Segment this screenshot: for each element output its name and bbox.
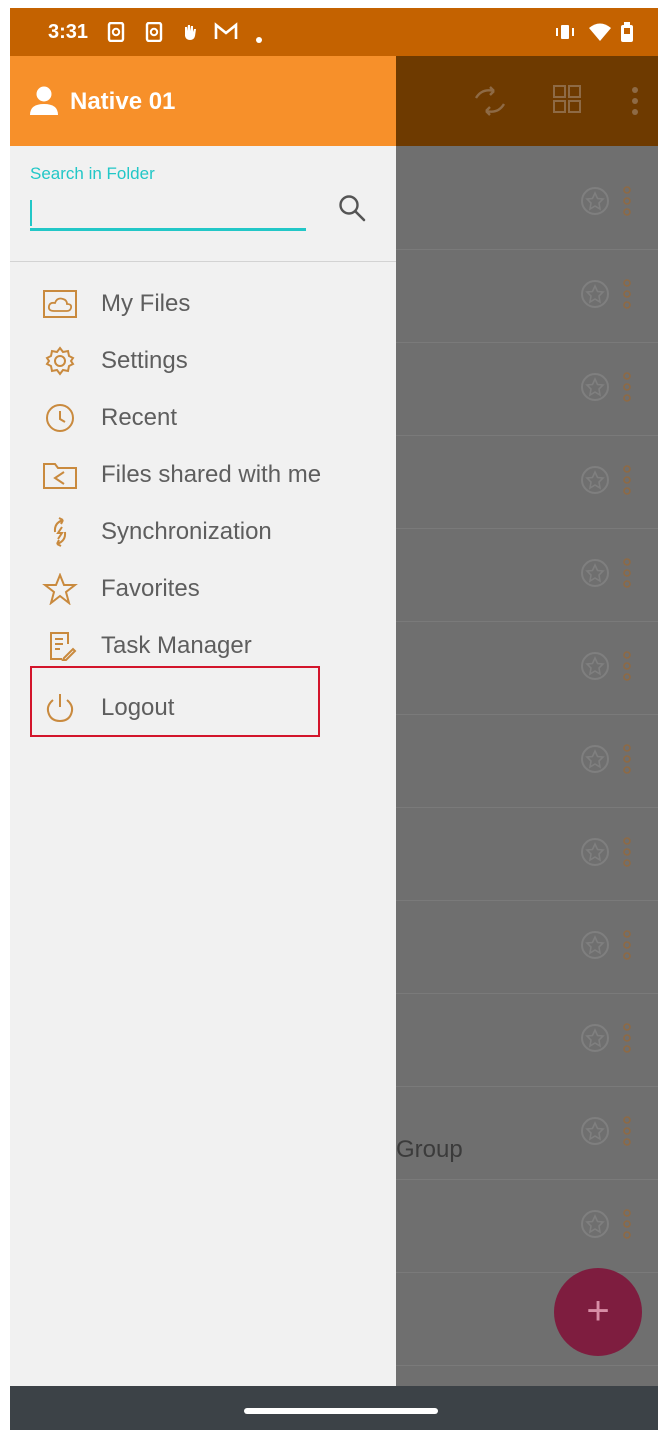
battery-icon <box>620 22 634 47</box>
favorite-star-icon[interactable] <box>580 651 610 686</box>
menu-item-label: Favorites <box>101 575 200 602</box>
task-list-icon <box>42 630 77 661</box>
device-screen: 3:31 Group + Native 01 Search in Folder … <box>10 8 658 1430</box>
favorite-star-icon[interactable] <box>580 558 610 593</box>
menu-item-label: Settings <box>101 347 188 374</box>
divider <box>10 261 396 262</box>
more-vert-icon[interactable] <box>622 930 632 965</box>
search-label: Search in Folder <box>30 164 155 183</box>
background-row[interactable] <box>396 156 658 250</box>
background-row[interactable] <box>396 1086 658 1180</box>
dot-icon <box>256 30 262 48</box>
drawer-header: Native 01 <box>10 56 396 146</box>
background-row[interactable] <box>396 900 658 994</box>
background-row[interactable] <box>396 1179 658 1273</box>
user-name: Native 01 <box>70 88 176 115</box>
more-vert-icon[interactable] <box>622 372 632 407</box>
text-cursor <box>30 200 32 226</box>
menu-item-label: Task Manager <box>101 632 252 659</box>
folder-cloud-icon <box>42 288 77 318</box>
menu-item-synchronization[interactable]: Synchronization <box>10 506 396 556</box>
sync-icon <box>472 84 508 123</box>
background-toolbar <box>396 56 658 146</box>
menu-item-files-shared[interactable]: Files shared with me <box>10 449 396 499</box>
more-vert-icon[interactable] <box>622 465 632 500</box>
more-vert-icon[interactable] <box>622 1209 632 1244</box>
menu-item-label: Files shared with me <box>101 461 322 488</box>
more-vert-icon[interactable] <box>622 1023 632 1058</box>
favorite-star-icon[interactable] <box>580 837 610 872</box>
search-input[interactable] <box>30 196 306 231</box>
gear-icon <box>42 345 76 376</box>
add-fab-button[interactable]: + <box>554 1268 642 1356</box>
vibrate-icon <box>554 22 576 47</box>
more-vert-icon[interactable] <box>622 1116 632 1151</box>
favorite-star-icon[interactable] <box>580 279 610 314</box>
favorite-star-icon[interactable] <box>580 372 610 407</box>
navigation-bar <box>10 1386 658 1430</box>
more-vert-icon <box>630 86 640 121</box>
sync-icon <box>42 516 76 547</box>
more-vert-icon[interactable] <box>622 651 632 686</box>
more-vert-icon[interactable] <box>622 279 632 314</box>
clock-icon <box>42 402 76 432</box>
favorite-star-icon[interactable] <box>580 1209 610 1244</box>
sim-card-icon <box>106 21 126 47</box>
more-vert-icon[interactable] <box>622 837 632 872</box>
navigation-drawer: Native 01 Search in Folder My Files Sett… <box>10 56 396 1386</box>
wifi-icon <box>588 22 612 47</box>
background-row[interactable] <box>396 993 658 1087</box>
menu-item-settings[interactable]: Settings <box>10 335 396 385</box>
favorite-star-icon[interactable] <box>580 744 610 779</box>
search-icon[interactable] <box>336 192 368 229</box>
menu-item-label: Recent <box>101 404 178 431</box>
shared-folder-icon <box>42 459 77 489</box>
menu-item-task-manager[interactable]: Task Manager <box>10 620 396 670</box>
background-row-text: Group <box>396 1136 463 1163</box>
hand-icon <box>180 22 200 47</box>
favorite-star-icon[interactable] <box>580 930 610 965</box>
background-row[interactable] <box>396 621 658 715</box>
background-row[interactable] <box>396 342 658 436</box>
home-gesture-bar[interactable] <box>244 1408 438 1414</box>
user-icon <box>28 84 60 121</box>
menu-item-favorites[interactable]: Favorites <box>10 563 396 613</box>
favorite-star-icon[interactable] <box>580 186 610 221</box>
menu-item-label: Synchronization <box>101 518 272 545</box>
star-icon <box>42 572 78 606</box>
gmail-icon <box>214 22 238 47</box>
background-file-list[interactable]: Group <box>396 56 658 1386</box>
background-row[interactable] <box>396 807 658 901</box>
menu-item-label: My Files <box>101 290 191 317</box>
menu-item-recent[interactable]: Recent <box>10 392 396 442</box>
favorite-star-icon[interactable] <box>580 1023 610 1058</box>
favorite-star-icon[interactable] <box>580 465 610 500</box>
highlight-box <box>30 666 320 737</box>
more-vert-icon[interactable] <box>622 186 632 221</box>
more-vert-icon[interactable] <box>622 744 632 779</box>
menu-item-my-files[interactable]: My Files <box>10 278 396 328</box>
background-row[interactable] <box>396 714 658 808</box>
status-bar: 3:31 <box>10 8 658 56</box>
more-vert-icon[interactable] <box>622 558 632 593</box>
background-row[interactable] <box>396 528 658 622</box>
sim-card-icon <box>144 21 164 47</box>
status-time: 3:31 <box>48 21 89 43</box>
background-row[interactable] <box>396 249 658 343</box>
favorite-star-icon[interactable] <box>580 1116 610 1151</box>
background-row[interactable] <box>396 435 658 529</box>
grid-view-icon <box>552 84 582 119</box>
